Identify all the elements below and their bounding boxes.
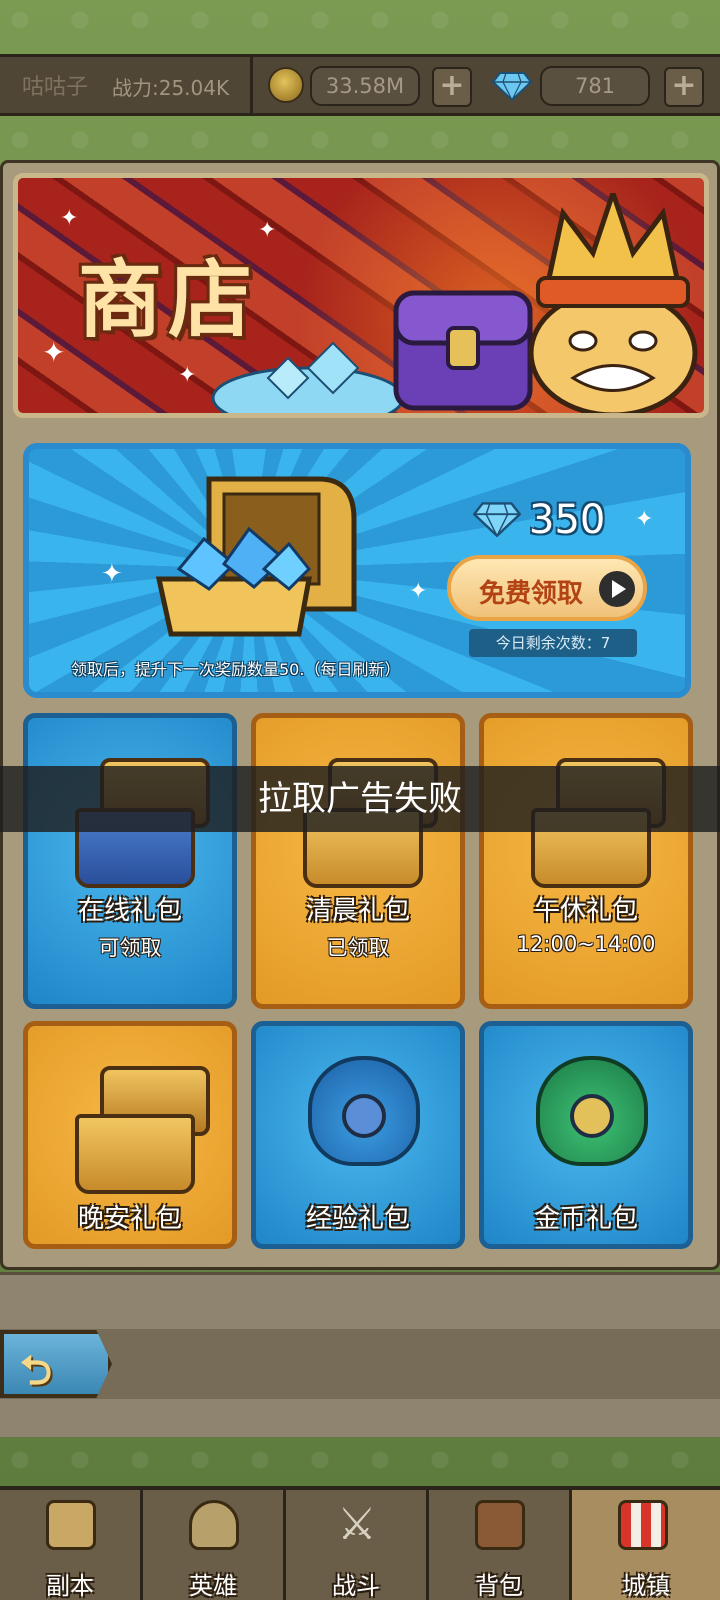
- bottom-nav: 副本 英雄 ⚔ 战斗 背包 城镇: [0, 1486, 720, 1600]
- back-button[interactable]: ⮌: [0, 1330, 112, 1398]
- shop-building-icon: [618, 1500, 668, 1550]
- sparkle-icon: ✦: [101, 559, 123, 589]
- offer-description: 领取后，提升下一次奖励数量50.（每日刷新）: [71, 660, 401, 679]
- exp-bag-icon: [308, 1056, 420, 1166]
- toast-message: 拉取广告失败: [0, 766, 720, 832]
- add-gold-button[interactable]: +: [432, 67, 472, 107]
- free-claim-button[interactable]: 免费领取: [447, 555, 647, 621]
- helmet-icon: [189, 1500, 239, 1550]
- sparkle-icon: ✦: [635, 507, 654, 532]
- card-title: 在线礼包: [77, 896, 182, 926]
- card-title: 午休礼包: [533, 896, 638, 926]
- nav-label: 城镇: [622, 1572, 670, 1600]
- nav-label: 英雄: [189, 1572, 237, 1600]
- noon-gift-card[interactable]: 午休礼包 12:00~14:00: [479, 713, 693, 1009]
- exp-coin-icon: [342, 1094, 386, 1138]
- map-icon: [46, 1500, 96, 1550]
- remaining-count: 今日剩余次数：7: [469, 629, 637, 657]
- gem-chest-icon: [75, 1114, 195, 1194]
- morning-gift-card[interactable]: 清晨礼包 已领取: [251, 713, 465, 1009]
- card-status: 已领取: [326, 936, 390, 960]
- gold-gift-card[interactable]: 金币礼包: [479, 1021, 693, 1249]
- add-gem-button[interactable]: +: [664, 67, 704, 107]
- nav-label: 背包: [475, 1572, 523, 1600]
- nav-item-heroes[interactable]: 英雄: [143, 1490, 286, 1600]
- card-time: 12:00~14:00: [516, 932, 656, 956]
- free-claim-label: 免费领取: [479, 579, 584, 609]
- nav-item-battle[interactable]: ⚔ 战斗: [286, 1490, 429, 1600]
- card-title: 清晨礼包: [305, 896, 410, 926]
- lower-panel: [0, 1272, 720, 1437]
- resource-bar: 咕咕子 战力:25.04K 33.58M + 781 +: [0, 54, 720, 116]
- gem-chest-icon: [155, 476, 357, 637]
- backpack-icon: [475, 1500, 525, 1550]
- diamond-icon: [492, 72, 532, 101]
- gem-amount: 781: [540, 66, 650, 106]
- gem-pile-icon: [211, 341, 405, 413]
- sparkle-icon: ✦: [42, 336, 66, 369]
- gold-bag-icon: [536, 1056, 648, 1166]
- sparkle-icon: ✦: [409, 579, 428, 604]
- free-gem-offer: ✦ ✦ ✦ 350 免费领取 今日剩余次数：7 领取后，提升下一次奖励数量50.…: [23, 443, 691, 698]
- exp-gift-card[interactable]: 经验礼包: [251, 1021, 465, 1249]
- card-title: 金币礼包: [533, 1204, 638, 1234]
- purple-chest-icon: [393, 290, 533, 411]
- diamond-icon: [473, 502, 521, 537]
- play-video-icon: [599, 571, 635, 607]
- nav-item-town[interactable]: 城镇: [572, 1490, 720, 1600]
- nav-label: 战斗: [332, 1572, 380, 1600]
- card-title: 晚安礼包: [77, 1204, 182, 1234]
- nav-item-backpack[interactable]: 背包: [429, 1490, 572, 1600]
- sparkle-icon: ✦: [258, 218, 277, 243]
- combat-power: 战力:25.04K: [112, 76, 230, 100]
- shop-panel: 商店 ✦ ✦ ✦ ✦ ✦ ✦ ✦ 350 免费领取 今日剩余次数：7 领取后，提…: [0, 160, 720, 1270]
- card-status: 可领取: [98, 936, 162, 960]
- goodnight-gift-card[interactable]: 晚安礼包: [23, 1021, 237, 1249]
- shop-banner: 商店 ✦ ✦ ✦ ✦: [13, 173, 709, 418]
- sparkle-icon: ✦: [178, 363, 197, 388]
- gold-coin-icon: [570, 1094, 614, 1138]
- gold-amount: 33.58M: [310, 66, 420, 106]
- player-name[interactable]: 咕咕子: [22, 69, 88, 101]
- card-title: 经验礼包: [305, 1204, 410, 1234]
- sparkle-icon: ✦: [60, 206, 79, 231]
- king-mascot-icon: [528, 193, 698, 413]
- gold-coin-icon: [268, 67, 304, 103]
- divider: [250, 57, 253, 113]
- online-gift-card[interactable]: 在线礼包 可领取: [23, 713, 237, 1009]
- nav-item-dungeon[interactable]: 副本: [0, 1490, 143, 1600]
- nav-label: 副本: [46, 1572, 94, 1600]
- crossed-swords-icon: ⚔: [337, 1499, 377, 1550]
- gem-reward-amount: 350: [529, 497, 606, 543]
